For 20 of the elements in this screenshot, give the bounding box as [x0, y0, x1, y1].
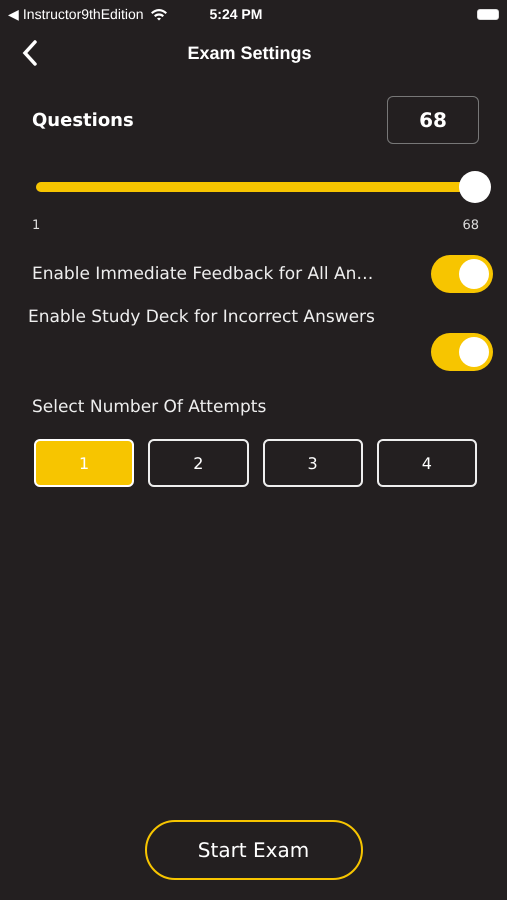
- wifi-icon: [150, 8, 168, 20]
- toggle-label: Enable Immediate Feedback for All An…: [32, 264, 374, 284]
- attempts-label: Select Number Of Attempts: [32, 397, 268, 417]
- toggle-label: Enable Study Deck for Incorrect Answers: [28, 307, 376, 327]
- slider-max-label: 68: [462, 218, 479, 233]
- battery-icon: [477, 8, 499, 20]
- attempt-option[interactable]: 4: [376, 439, 477, 487]
- slider-min-label: 1: [32, 218, 40, 233]
- screen-title: Exam Settings: [186, 42, 313, 64]
- back-icon[interactable]: [22, 40, 38, 66]
- start-exam-button[interactable]: Start Exam: [144, 820, 362, 880]
- questions-count-field[interactable]: 68: [387, 96, 479, 144]
- questions-label: Questions: [32, 110, 134, 130]
- status-time: 5:24 PM: [210, 6, 262, 22]
- attempt-option[interactable]: 3: [262, 439, 363, 487]
- back-to-app-link[interactable]: ◀ Instructor9thEdition: [8, 6, 144, 22]
- attempt-option[interactable]: 2: [148, 439, 248, 487]
- toggle-switch[interactable]: [431, 255, 493, 293]
- slider-thumb[interactable]: [459, 171, 491, 203]
- toggle-switch[interactable]: [431, 333, 493, 371]
